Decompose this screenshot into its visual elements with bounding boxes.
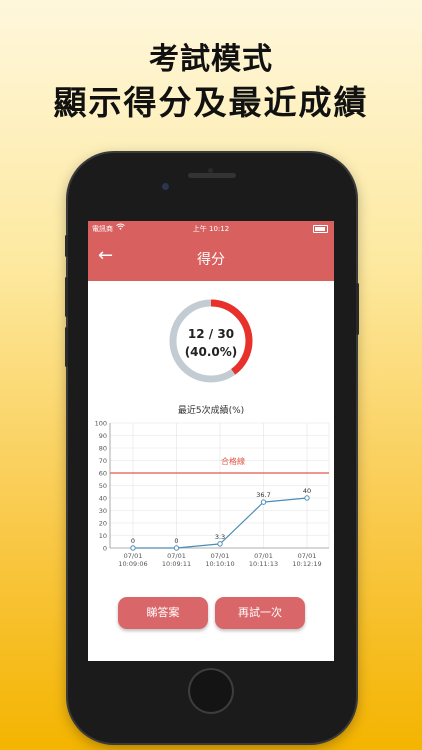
volume-up-button xyxy=(65,277,68,317)
x-tick-date: 07/01 xyxy=(254,552,273,560)
data-point xyxy=(217,541,223,547)
x-tick-date: 07/01 xyxy=(211,552,230,560)
data-label: 0 xyxy=(131,537,135,545)
x-tick-time: 10:09:06 xyxy=(118,560,147,568)
y-tick-label: 10 xyxy=(99,532,107,540)
chart-title: 最近5次成績(%) xyxy=(177,406,245,416)
x-tick-time: 10:10:10 xyxy=(205,560,234,568)
score-fraction: 12 / 30 xyxy=(187,327,235,341)
y-tick-label: 20 xyxy=(99,520,107,528)
x-tick-time: 10:09:11 xyxy=(162,560,191,568)
app-screen: 電訊商 上午 10:12 ← 得分 12 / 30 (40.0%) 最近5次成績… xyxy=(88,221,334,661)
battery-icon xyxy=(313,225,328,233)
y-tick-label: 0 xyxy=(103,545,107,553)
earpiece-speaker xyxy=(188,173,236,178)
mute-switch xyxy=(65,235,68,257)
y-tick-label: 100 xyxy=(95,420,107,428)
y-tick-label: 50 xyxy=(99,482,107,490)
y-tick-label: 80 xyxy=(99,445,107,453)
home-button[interactable] xyxy=(188,668,234,714)
data-point xyxy=(130,545,136,551)
data-label: 36.7 xyxy=(256,491,270,499)
x-tick-time: 10:11:13 xyxy=(249,560,278,568)
view-answers-button[interactable]: 睇答案 xyxy=(118,597,208,629)
retry-button[interactable]: 再試一次 xyxy=(215,597,305,629)
status-bar: 電訊商 上午 10:12 xyxy=(88,221,334,235)
recent-scores-chart: 0102030405060708090100合格線007/0110:09:060… xyxy=(95,420,330,568)
clock: 上午 10:12 xyxy=(192,225,230,233)
score-display: 12 / 30 (40.0%) xyxy=(168,325,254,361)
x-tick-time: 10:12:19 xyxy=(292,560,321,568)
data-label: 40 xyxy=(303,487,311,495)
proximity-sensor xyxy=(208,168,213,173)
y-tick-label: 40 xyxy=(99,495,107,503)
front-camera xyxy=(162,183,169,190)
y-tick-label: 90 xyxy=(99,432,107,440)
data-point xyxy=(304,495,310,501)
data-point xyxy=(260,499,267,505)
y-tick-label: 30 xyxy=(99,507,107,515)
data-label: 0 xyxy=(174,537,178,545)
promo-title-line2: 顯示得分及最近成績 xyxy=(53,83,369,122)
pass-line-label: 合格線 xyxy=(221,456,245,466)
nav-bar: ← 得分 xyxy=(88,235,334,281)
volume-down-button xyxy=(65,327,68,367)
data-point xyxy=(173,545,180,551)
data-label: 3.3 xyxy=(215,533,225,541)
y-tick-label: 60 xyxy=(99,470,107,478)
x-tick-date: 07/01 xyxy=(124,552,143,560)
y-tick-label: 70 xyxy=(99,457,107,465)
power-button xyxy=(356,283,359,335)
score-percent: (40.0%) xyxy=(184,345,238,359)
x-tick-date: 07/01 xyxy=(167,552,186,560)
promo-title-line1: 考試模式 xyxy=(149,42,273,77)
page-title: 得分 xyxy=(197,252,225,268)
x-tick-date: 07/01 xyxy=(298,552,317,560)
